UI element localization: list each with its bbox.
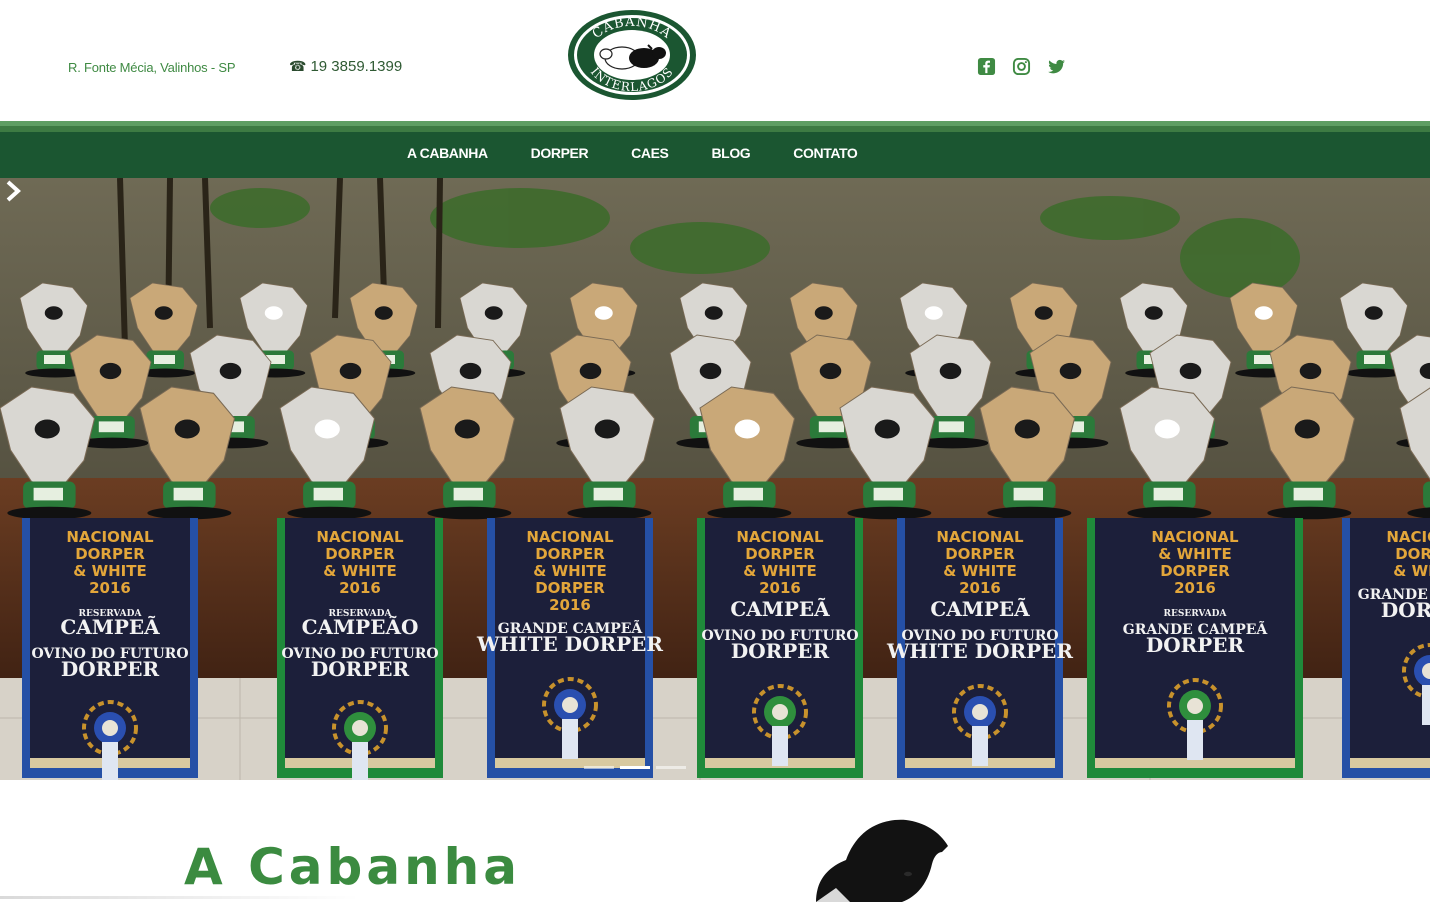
sash-heading-line: NACIONAL xyxy=(736,528,824,546)
facebook-icon[interactable] xyxy=(977,57,996,76)
slide-indicator-3[interactable] xyxy=(656,766,686,769)
sash-heading-line: & WHITE xyxy=(1158,545,1231,563)
hero-slider: NACIONAL DORPER & WHITE 2016 RESERVADA CAMPEÃ… xyxy=(0,178,1430,780)
nav-item-caes[interactable]: CAES xyxy=(631,145,669,161)
award-sash: NACIONALDORPER& WHITE2016CAMPEÃOVINO DO … xyxy=(697,518,863,778)
slide-indicator-1[interactable] xyxy=(584,766,614,769)
sash-heading-line: 2016 xyxy=(549,596,591,614)
sash-title-line: CAMPEÃ xyxy=(730,597,830,621)
sash-title-line: RESERVADA xyxy=(1164,609,1228,619)
site-header: R. Fonte Mécia, Valinhos - SP ☎ 19 3859.… xyxy=(0,0,1430,121)
sash-heading-line: NACIONAL xyxy=(316,528,404,546)
nav-item-dorper[interactable]: DORPER xyxy=(531,145,589,161)
award-sash: NACIONALDORPER& WHITEDORPER2016GRANDE CA… xyxy=(476,518,663,778)
sash-title-line: DORPER xyxy=(311,657,410,681)
award-sash: NACIONAL& WHITEDORPER2016RESERVADAGRANDE… xyxy=(1087,518,1303,778)
sash-heading-line: & WHITE xyxy=(1393,562,1430,580)
sash-heading-line: & WHITE xyxy=(73,562,146,580)
sash-title-line: CAMPEÃO xyxy=(302,615,419,639)
sash-heading-line: 2016 xyxy=(89,579,131,597)
nav-item-a-cabanha[interactable]: A CABANHA xyxy=(407,145,488,161)
phone-number: 19 3859.1399 xyxy=(310,58,403,75)
sash-title-line: DORPER xyxy=(1381,598,1430,622)
slider-indicators xyxy=(584,766,686,769)
sash-title-line: DORPER xyxy=(731,639,830,663)
nav-item-blog[interactable]: BLOG xyxy=(711,145,750,161)
sash-heading-line: DORPER xyxy=(75,545,145,563)
award-sash: NACIONALDORPER& WHITE2016RESERVADACAMPEÃ… xyxy=(277,518,443,780)
sash-title-line: WHITE DORPER xyxy=(886,639,1073,663)
sash-heading-line: NACIONAL xyxy=(66,528,154,546)
slide-indicator-2[interactable] xyxy=(620,766,650,769)
sash-heading-line: DORPER xyxy=(325,545,395,563)
hero-image: NACIONALDORPER& WHITE2016RESERVADACAMPEÃ… xyxy=(0,178,1430,780)
main-nav: A CABANHA DORPER CAES BLOG CONTATO xyxy=(0,132,1430,178)
sash-heading-line: DORPER xyxy=(1160,562,1230,580)
sash-heading-line: NACIONAL xyxy=(1386,528,1430,546)
social-links xyxy=(977,57,1066,76)
sash-heading-line: NACIONAL xyxy=(1151,528,1239,546)
sash-heading-line: 2016 xyxy=(339,579,381,597)
sash-title-line: WHITE DORPER xyxy=(476,632,663,656)
sash-heading-line: & WHITE xyxy=(533,562,606,580)
sash-heading-line: 2016 xyxy=(1174,579,1216,597)
sash-heading-line: & WHITE xyxy=(323,562,396,580)
award-sash: NACIONALDORPER& WHITEGRANDE CAMPEÃDORPER xyxy=(1342,518,1430,778)
cabanha-interlagos-logo[interactable]: CABANHA INTERLAGOS xyxy=(566,8,698,103)
section-title: A Cabanha xyxy=(184,838,522,896)
nav-item-contato[interactable]: CONTATO xyxy=(793,145,857,161)
sash-heading-line: 2016 xyxy=(759,579,801,597)
sash-heading-line: DORPER xyxy=(745,545,815,563)
award-sash: NACIONALDORPER& WHITE2016CAMPEÃOVINO DO … xyxy=(886,518,1073,778)
sash-heading-line: 2016 xyxy=(959,579,1001,597)
phone-link[interactable]: ☎ 19 3859.1399 xyxy=(289,58,402,75)
phone-icon: ☎ xyxy=(289,58,307,74)
instagram-icon[interactable] xyxy=(1012,57,1031,76)
twitter-icon[interactable] xyxy=(1047,57,1066,76)
sash-heading-line: NACIONAL xyxy=(526,528,614,546)
sash-title-line: DORPER xyxy=(1146,633,1245,657)
dorper-sheep-image xyxy=(816,819,948,902)
sash-heading-line: NACIONAL xyxy=(936,528,1024,546)
sash-heading-line: & WHITE xyxy=(743,562,816,580)
sash-heading-line: & WHITE xyxy=(943,562,1016,580)
sash-heading-line: DORPER xyxy=(1395,545,1430,563)
address-text: R. Fonte Mécia, Valinhos - SP xyxy=(68,60,236,75)
sash-heading-line: DORPER xyxy=(535,579,605,597)
sash-title-line: CAMPEÃ xyxy=(930,597,1030,621)
next-slide-chevron-icon[interactable] xyxy=(0,178,26,204)
sash-heading-line: DORPER xyxy=(535,545,605,563)
sash-title-line: CAMPEÃ xyxy=(60,615,160,639)
award-sash: NACIONALDORPER& WHITE2016RESERVADACAMPEÃ… xyxy=(22,518,198,780)
sash-title-line: DORPER xyxy=(61,657,160,681)
sash-heading-line: DORPER xyxy=(945,545,1015,563)
